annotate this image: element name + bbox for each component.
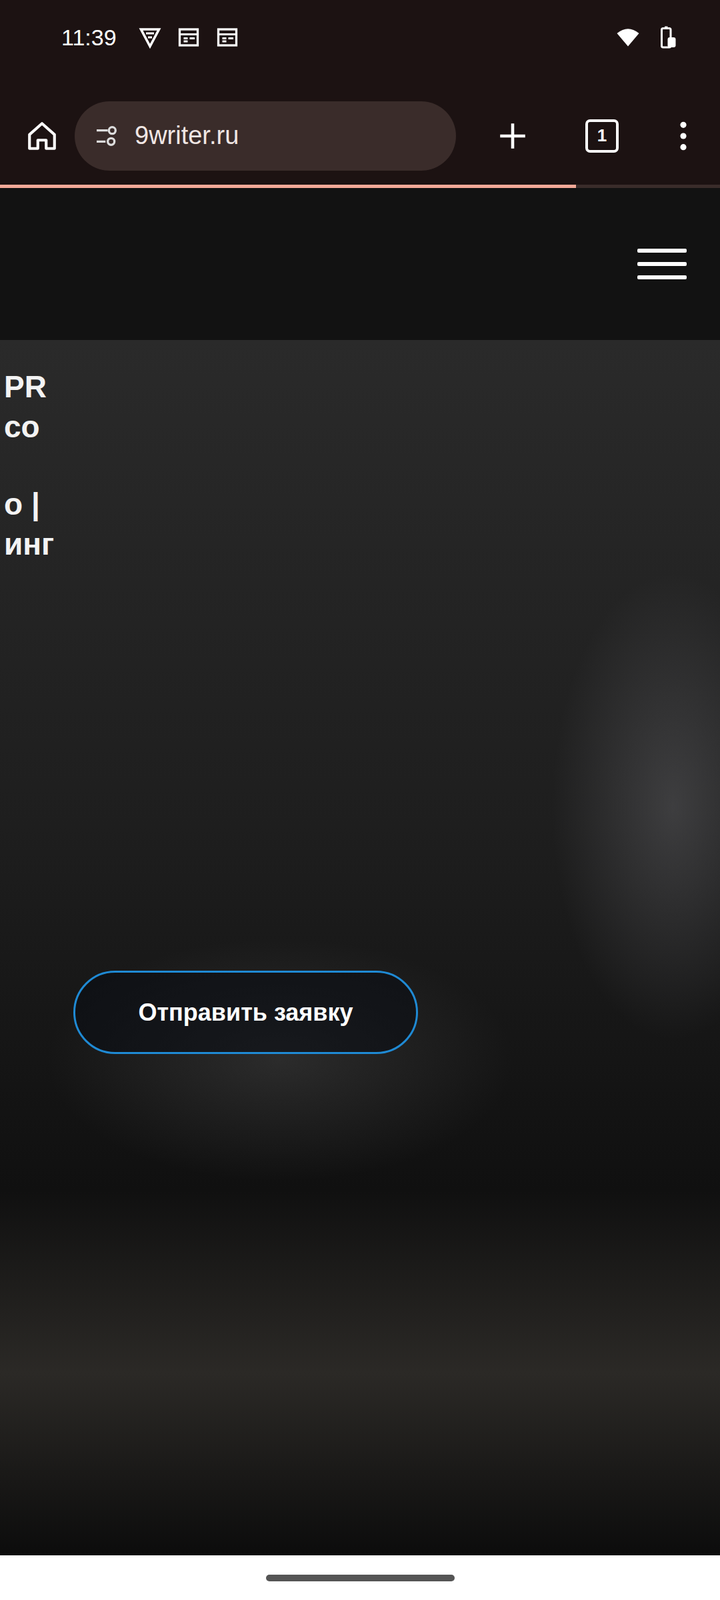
submit-request-button[interactable]: Отправить заявку bbox=[73, 970, 418, 1054]
notification-icon bbox=[215, 25, 240, 50]
home-icon[interactable] bbox=[25, 119, 59, 153]
site-header bbox=[0, 188, 720, 340]
hero-heading: PRсо о |инг bbox=[4, 366, 54, 564]
notification-icon bbox=[176, 25, 201, 50]
tab-switcher[interactable]: 1 bbox=[585, 119, 619, 153]
hero-banner: PRсо о |инг Отправить заявку bbox=[0, 340, 720, 1556]
menu-icon[interactable] bbox=[637, 248, 687, 280]
gesture-nav-bar bbox=[0, 1555, 720, 1600]
more-icon[interactable] bbox=[666, 119, 700, 153]
url-field[interactable]: 9writer.ru bbox=[74, 101, 456, 171]
phone-screen: 11:39 9writer.ru 1 PRсо о |инг Отправить заяв… bbox=[0, 0, 720, 1600]
home-handle[interactable] bbox=[266, 1574, 455, 1582]
heading-line: о | bbox=[4, 484, 54, 524]
heading-line: инг bbox=[4, 524, 54, 564]
battery-icon bbox=[654, 25, 679, 50]
heading-line: со bbox=[4, 406, 54, 447]
site-settings-icon[interactable] bbox=[93, 122, 120, 150]
heading-line: PR bbox=[4, 366, 54, 407]
new-tab-icon[interactable] bbox=[496, 119, 530, 153]
vpn-icon bbox=[138, 25, 162, 50]
wifi-icon bbox=[616, 25, 640, 50]
url-text: 9writer.ru bbox=[134, 121, 239, 150]
status-bar: 11:39 bbox=[0, 0, 720, 87]
browser-toolbar: 9writer.ru 1 bbox=[0, 86, 720, 185]
status-time: 11:39 bbox=[61, 24, 117, 51]
